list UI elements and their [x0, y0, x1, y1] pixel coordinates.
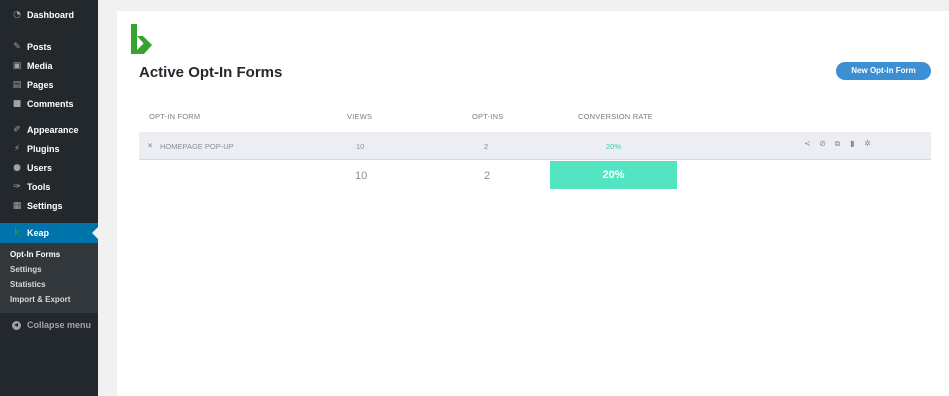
media-icon: ▣	[12, 61, 22, 71]
sidebar-item-label: Pages	[27, 80, 54, 90]
users-icon: ●	[13, 163, 21, 173]
submenu-settings[interactable]: Settings	[10, 265, 42, 274]
share-icon[interactable]: ≺	[803, 139, 812, 149]
appearance-icon: ✐	[13, 125, 21, 135]
sidebar-item-label: Posts	[27, 42, 52, 52]
column-header-opt-in-form[interactable]: OPT-IN FORM	[149, 112, 200, 121]
sidebar-item-settings[interactable]: ▦ Settings	[0, 197, 98, 215]
sidebar-item-comments[interactable]: ■ Comments	[0, 95, 98, 113]
tools-icon: ✑	[13, 182, 21, 192]
drag-handle-icon[interactable]: ✕	[147, 141, 153, 150]
sidebar-item-label: Appearance	[27, 125, 79, 135]
sidebar-item-media[interactable]: ▣ Media	[0, 57, 98, 75]
optins-value: 2	[484, 142, 489, 151]
sidebar-item-label: Tools	[27, 182, 51, 192]
submenu-statistics[interactable]: Statistics	[10, 280, 46, 289]
sidebar-item-tools[interactable]: ✑ Tools	[0, 178, 98, 196]
plugins-icon: ⚡	[13, 144, 21, 154]
new-opt-in-form-button[interactable]: New Opt-in Form	[836, 62, 931, 80]
active-indicator	[92, 227, 98, 239]
page-title: Active Opt-In Forms	[139, 64, 283, 81]
sidebar-item-label: Keap	[27, 228, 50, 238]
total-conversion-rate: 20%	[550, 161, 677, 189]
sidebar-item-posts[interactable]: ✎ Posts	[0, 38, 98, 56]
conversion-rate-value: 20%	[606, 142, 622, 151]
collapse-menu-button[interactable]: Collapse menu	[0, 316, 98, 334]
sidebar-item-keap[interactable]: k Keap	[0, 223, 98, 243]
main-panel: Active Opt-In Forms New Opt-in Form OPT-…	[117, 11, 949, 396]
column-header-conversion-rate[interactable]: CONVERSION RATE	[578, 112, 653, 121]
pages-icon: ▤	[12, 80, 22, 90]
row-actions: ≺ ⊘ ⧉ ▮ ✲	[803, 139, 872, 149]
keap-submenu: Opt-In Forms Settings Statistics Import …	[0, 243, 98, 313]
collapse-label: Collapse menu	[27, 320, 92, 330]
submenu-import-export[interactable]: Import & Export	[10, 295, 70, 304]
settings-icon: ▦	[12, 201, 22, 211]
column-header-opt-ins[interactable]: OPT-INS	[472, 112, 503, 121]
total-views: 10	[355, 170, 368, 182]
form-name[interactable]: HOMEPAGE POP-UP	[160, 142, 234, 151]
sidebar-item-label: Settings	[27, 201, 63, 211]
trash-icon[interactable]: ▮	[848, 139, 857, 149]
views-value: 10	[356, 142, 365, 151]
table-row[interactable]: ✕ HOMEPAGE POP-UP 10 2 20% ≺ ⊘ ⧉ ▮ ✲	[139, 132, 931, 160]
sidebar-item-plugins[interactable]: ⚡ Plugins	[0, 140, 98, 158]
sidebar-item-label: Comments	[27, 99, 74, 109]
disable-icon[interactable]: ⊘	[818, 139, 827, 149]
duplicate-icon[interactable]: ⧉	[833, 139, 842, 149]
column-header-views[interactable]: VIEWS	[347, 112, 372, 121]
sidebar-item-users[interactable]: ● Users	[0, 159, 98, 177]
sidebar-item-label: Dashboard	[27, 10, 75, 20]
sidebar-item-appearance[interactable]: ✐ Appearance	[0, 121, 98, 139]
submenu-opt-in-forms[interactable]: Opt-In Forms	[10, 250, 60, 259]
sidebar-item-label: Users	[27, 163, 53, 173]
keap-icon: k	[14, 228, 20, 238]
collapse-icon	[12, 320, 21, 330]
sidebar-item-pages[interactable]: ▤ Pages	[0, 76, 98, 94]
sidebar-item-dashboard[interactable]: ◔ Dashboard	[0, 6, 98, 24]
keap-logo	[131, 24, 152, 54]
gear-icon[interactable]: ✲	[863, 139, 872, 149]
admin-sidebar: ◔ Dashboard ✎ Posts ▣ Media ▤ Pages ■ Co…	[0, 0, 98, 396]
sidebar-item-label: Plugins	[27, 144, 60, 154]
sidebar-item-label: Media	[27, 61, 53, 71]
pin-icon: ✎	[13, 42, 21, 52]
comments-icon: ■	[12, 99, 22, 109]
total-optins: 2	[484, 170, 491, 182]
dashboard-icon: ◔	[13, 10, 21, 20]
